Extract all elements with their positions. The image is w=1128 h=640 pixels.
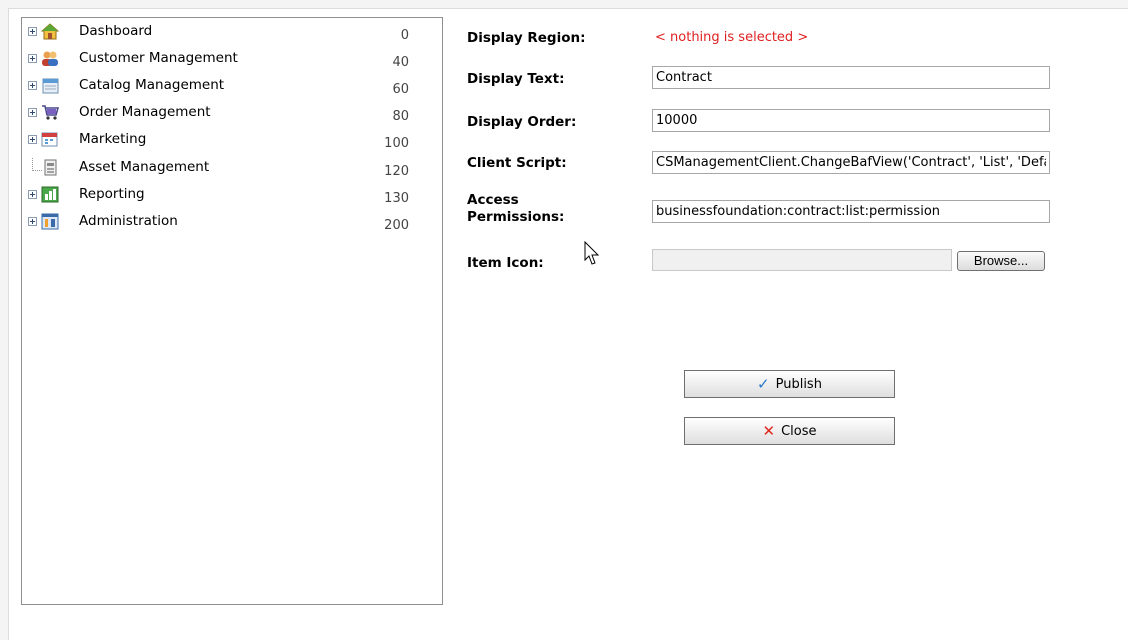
tree-item-order: 80 [392, 109, 409, 124]
tree-item-order: 120 [384, 164, 409, 179]
tree-item-label: Marketing [79, 131, 147, 147]
tree-item-label: Reporting [79, 186, 145, 202]
mouse-cursor-icon [584, 241, 600, 265]
home-icon [41, 23, 59, 40]
display-order-input[interactable] [652, 109, 1050, 132]
expand-icon[interactable] [28, 217, 37, 226]
tree-item-order: 60 [392, 82, 409, 97]
publish-button[interactable]: ✓ Publish [684, 370, 895, 398]
admin-icon [41, 213, 59, 230]
tree-item-label: Order Management [79, 104, 211, 120]
display-text-label: Display Text: [467, 71, 565, 87]
expand-icon[interactable] [28, 108, 37, 117]
tree-item-marketing[interactable]: Marketing 100 [22, 130, 442, 151]
catalog-icon [42, 78, 59, 94]
access-permissions-label-line2: Permissions: [467, 209, 565, 225]
tree-item-order: 100 [384, 136, 409, 151]
access-permissions-label: Access Permissions: [467, 192, 564, 226]
checkmark-icon: ✓ [757, 375, 770, 393]
chart-icon [41, 186, 59, 203]
expand-icon[interactable] [28, 190, 37, 199]
tree-item-asset-management[interactable]: Asset Management 120 [22, 158, 442, 179]
client-script-label: Client Script: [467, 155, 567, 171]
expand-icon[interactable] [28, 81, 37, 90]
display-region-value[interactable]: < nothing is selected > [655, 30, 808, 45]
browse-button[interactable]: Browse... [957, 251, 1045, 271]
tree-item-label: Administration [79, 213, 178, 229]
access-permissions-input[interactable] [652, 200, 1050, 223]
tree-item-order: 200 [384, 218, 409, 233]
client-script-input[interactable] [652, 151, 1050, 174]
tree-item-catalog-management[interactable]: Catalog Management 60 [22, 76, 442, 97]
close-button[interactable]: ✕ Close [684, 417, 895, 445]
tree-item-label: Catalog Management [79, 77, 225, 93]
tree-item-order: 130 [384, 191, 409, 206]
document-icon [44, 159, 57, 176]
display-text-input[interactable] [652, 66, 1050, 89]
item-icon-file-field[interactable] [652, 249, 952, 271]
display-region-label: Display Region: [467, 30, 586, 46]
tree-item-label: Customer Management [79, 50, 238, 66]
tree-item-administration[interactable]: Administration 200 [22, 212, 442, 233]
publish-label: Publish [775, 376, 822, 392]
tree-item-order: 40 [392, 55, 409, 70]
navigation-tree: Dashboard 0 Customer Management 40 Catal… [21, 17, 443, 605]
tree-item-reporting[interactable]: Reporting 130 [22, 185, 442, 206]
item-icon-label: Item Icon: [467, 255, 544, 271]
expand-icon[interactable] [28, 54, 37, 63]
tree-item-order: 0 [400, 28, 409, 43]
tree-item-label: Asset Management [79, 159, 210, 175]
cart-icon [42, 105, 59, 120]
tree-item-label: Dashboard [79, 23, 153, 39]
tree-item-order-management[interactable]: Order Management 80 [22, 103, 442, 124]
tree-item-dashboard[interactable]: Dashboard 0 [22, 22, 442, 43]
access-permissions-label-line1: Access [467, 192, 519, 208]
close-label: Close [781, 423, 817, 439]
users-icon [42, 51, 58, 66]
tree-item-customer-management[interactable]: Customer Management 40 [22, 49, 442, 70]
display-order-label: Display Order: [467, 114, 577, 130]
calendar-icon [41, 132, 58, 147]
close-icon: ✕ [762, 422, 776, 440]
expand-icon[interactable] [28, 135, 37, 144]
expand-icon[interactable] [28, 27, 37, 36]
